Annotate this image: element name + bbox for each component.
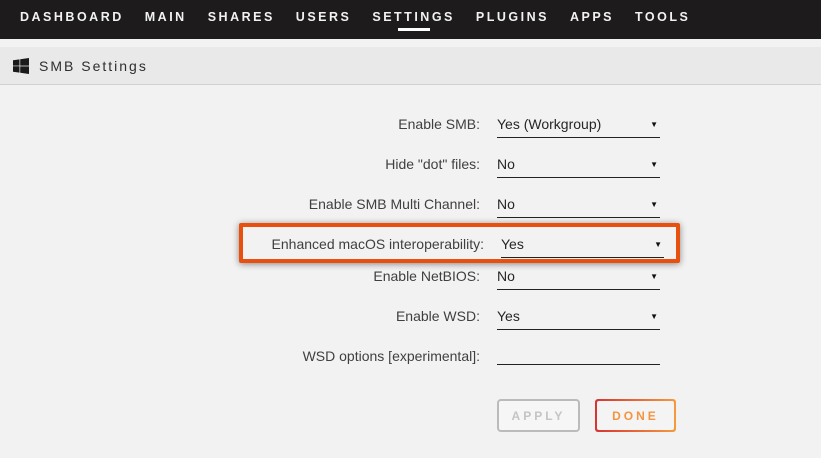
form-buttons: APPLY DONE bbox=[497, 399, 676, 432]
smb-multi-channel-select[interactable]: No ▼ bbox=[497, 195, 660, 218]
selected-value: Yes (Workgroup) bbox=[497, 115, 601, 133]
field-label: Enhanced macOS interoperability: bbox=[243, 235, 501, 253]
nav-item-tools[interactable]: TOOLS bbox=[625, 8, 700, 31]
field-label: Enable NetBIOS: bbox=[243, 267, 497, 285]
macos-interoperability-select[interactable]: Yes ▼ bbox=[501, 235, 664, 258]
enable-smb-select[interactable]: Yes (Workgroup) ▼ bbox=[497, 115, 660, 138]
form-row-enable-smb: Enable SMB: Yes (Workgroup) ▼ bbox=[243, 107, 676, 147]
windows-icon bbox=[13, 58, 29, 74]
enable-wsd-select[interactable]: Yes ▼ bbox=[497, 307, 660, 330]
dropdown-arrow-icon: ▼ bbox=[650, 272, 660, 281]
dropdown-arrow-icon: ▼ bbox=[650, 312, 660, 321]
nav-item-label: APPS bbox=[570, 8, 614, 31]
nav-item-settings[interactable]: SETTINGS bbox=[362, 8, 465, 31]
page-title: SMB Settings bbox=[39, 58, 148, 74]
dropdown-arrow-icon: ▼ bbox=[650, 160, 660, 169]
nav-item-label: SHARES bbox=[208, 8, 275, 31]
done-button[interactable]: DONE bbox=[595, 399, 676, 432]
dropdown-arrow-icon: ▼ bbox=[654, 240, 664, 249]
nav-item-label: SETTINGS bbox=[372, 8, 455, 31]
form-row-enable-netbios: Enable NetBIOS: No ▼ bbox=[243, 259, 676, 299]
selected-value: No bbox=[497, 267, 515, 285]
nav-item-label: DASHBOARD bbox=[20, 8, 124, 31]
enable-netbios-select[interactable]: No ▼ bbox=[497, 267, 660, 290]
nav-item-plugins[interactable]: PLUGINS bbox=[466, 8, 559, 31]
nav-item-label: PLUGINS bbox=[476, 8, 549, 31]
selected-value: Yes bbox=[497, 307, 520, 325]
nav-item-label: USERS bbox=[296, 8, 352, 31]
dropdown-arrow-icon: ▼ bbox=[650, 200, 660, 209]
dropdown-arrow-icon: ▼ bbox=[650, 120, 660, 129]
field-label: WSD options [experimental]: bbox=[243, 347, 497, 365]
titlebar: SMB Settings bbox=[0, 47, 821, 85]
nav-item-users[interactable]: USERS bbox=[286, 8, 362, 31]
form-row-enable-wsd: Enable WSD: Yes ▼ bbox=[243, 299, 676, 339]
nav-item-label: MAIN bbox=[145, 8, 187, 31]
nav-item-main[interactable]: MAIN bbox=[135, 8, 197, 31]
selected-value: No bbox=[497, 155, 515, 173]
selected-value: No bbox=[497, 195, 515, 213]
selected-value: Yes bbox=[501, 235, 524, 253]
nav-item-label: TOOLS bbox=[635, 8, 690, 31]
nav-item-dashboard[interactable]: DASHBOARD bbox=[10, 8, 134, 31]
wsd-options-input[interactable] bbox=[497, 347, 660, 365]
smb-settings-form: Enable SMB: Yes (Workgroup) ▼ Hide "dot"… bbox=[243, 107, 676, 432]
top-nav: DASHBOARD MAIN SHARES USERS SETTINGS PLU… bbox=[0, 0, 821, 39]
nav-item-shares[interactable]: SHARES bbox=[198, 8, 285, 31]
nav-item-apps[interactable]: APPS bbox=[560, 8, 624, 31]
field-label: Enable WSD: bbox=[243, 307, 497, 325]
form-row-hide-dot-files: Hide "dot" files: No ▼ bbox=[243, 147, 676, 187]
field-label: Enable SMB Multi Channel: bbox=[243, 195, 497, 213]
form-row-smb-multi-channel: Enable SMB Multi Channel: No ▼ bbox=[243, 187, 676, 227]
field-label: Hide "dot" files: bbox=[243, 155, 497, 173]
form-row-macos-interoperability-highlighted: Enhanced macOS interoperability: Yes ▼ bbox=[239, 223, 680, 263]
form-row-wsd-options: WSD options [experimental]: bbox=[243, 339, 676, 379]
apply-button[interactable]: APPLY bbox=[497, 399, 580, 432]
done-button-label: DONE bbox=[597, 401, 674, 430]
hide-dot-files-select[interactable]: No ▼ bbox=[497, 155, 660, 178]
field-label: Enable SMB: bbox=[243, 115, 497, 133]
